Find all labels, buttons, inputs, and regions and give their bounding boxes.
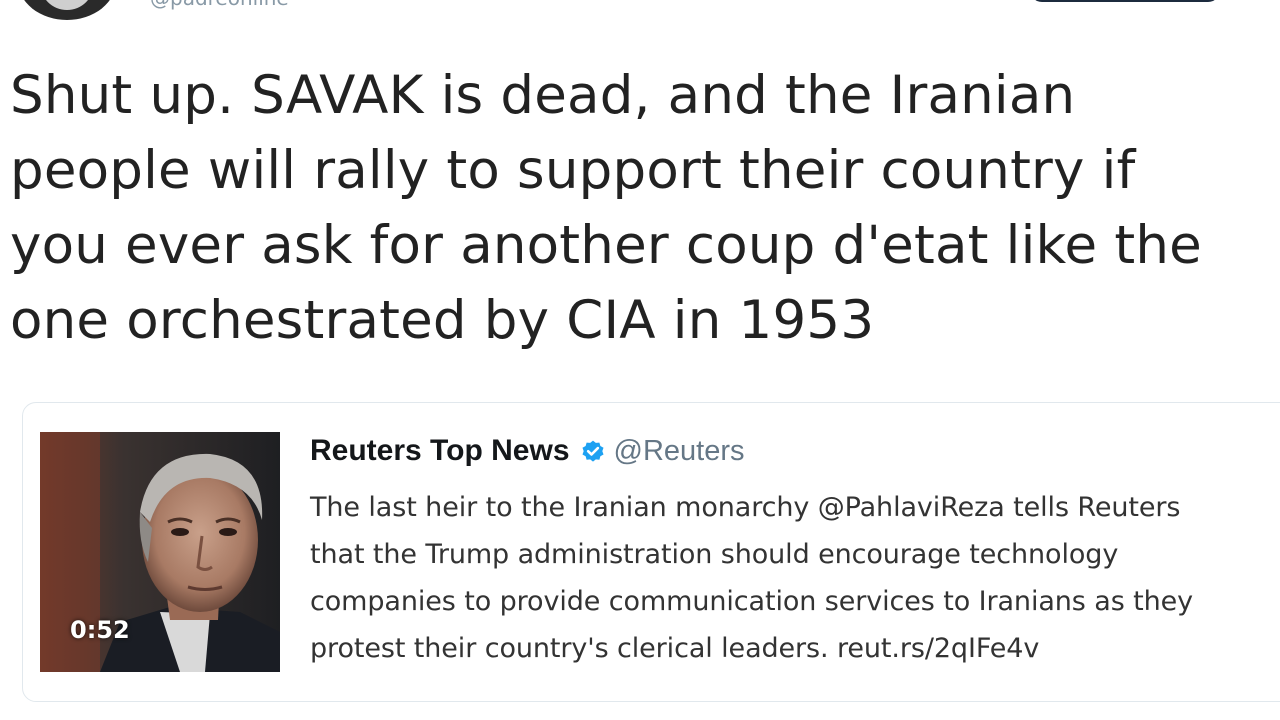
quoted-author-name[interactable]: Reuters Top News xyxy=(310,434,570,468)
tweet-text-line: one orchestrated by CIA in 1953 xyxy=(10,290,875,351)
quoted-tweet-text: The last heir to the Iranian monarchy @P… xyxy=(310,484,1270,672)
follow-button[interactable] xyxy=(1030,0,1220,2)
verified-badge-icon xyxy=(580,438,606,464)
quoted-author-handle[interactable]: @Reuters xyxy=(614,435,745,468)
quoted-text-line: that the Trump administration should enc… xyxy=(310,539,1119,570)
quoted-tweet-header: Reuters Top News @Reuters xyxy=(310,434,744,468)
tweet-text-line: people will rally to support their count… xyxy=(10,140,1136,201)
quoted-text-line: companies to provide communication servi… xyxy=(310,586,1194,617)
tweet-text-line: Shut up. SAVAK is dead, and the Iranian xyxy=(10,65,1076,126)
tweet-text-line: you ever ask for another coup d'etat lik… xyxy=(10,215,1202,276)
tweet-page: @padreonline Shut up. SAVAK is dead, and… xyxy=(0,0,1280,720)
quoted-text-line: The last heir to the Iranian monarchy @P… xyxy=(310,492,1181,523)
user-avatar[interactable] xyxy=(18,0,116,20)
user-handle[interactable]: @padreonline xyxy=(150,0,289,10)
video-duration: 0:52 xyxy=(70,616,130,644)
quoted-text-line: protest their country's clerical leaders… xyxy=(310,633,1040,664)
tweet-text: Shut up. SAVAK is dead, and the Iranian … xyxy=(10,58,1280,358)
